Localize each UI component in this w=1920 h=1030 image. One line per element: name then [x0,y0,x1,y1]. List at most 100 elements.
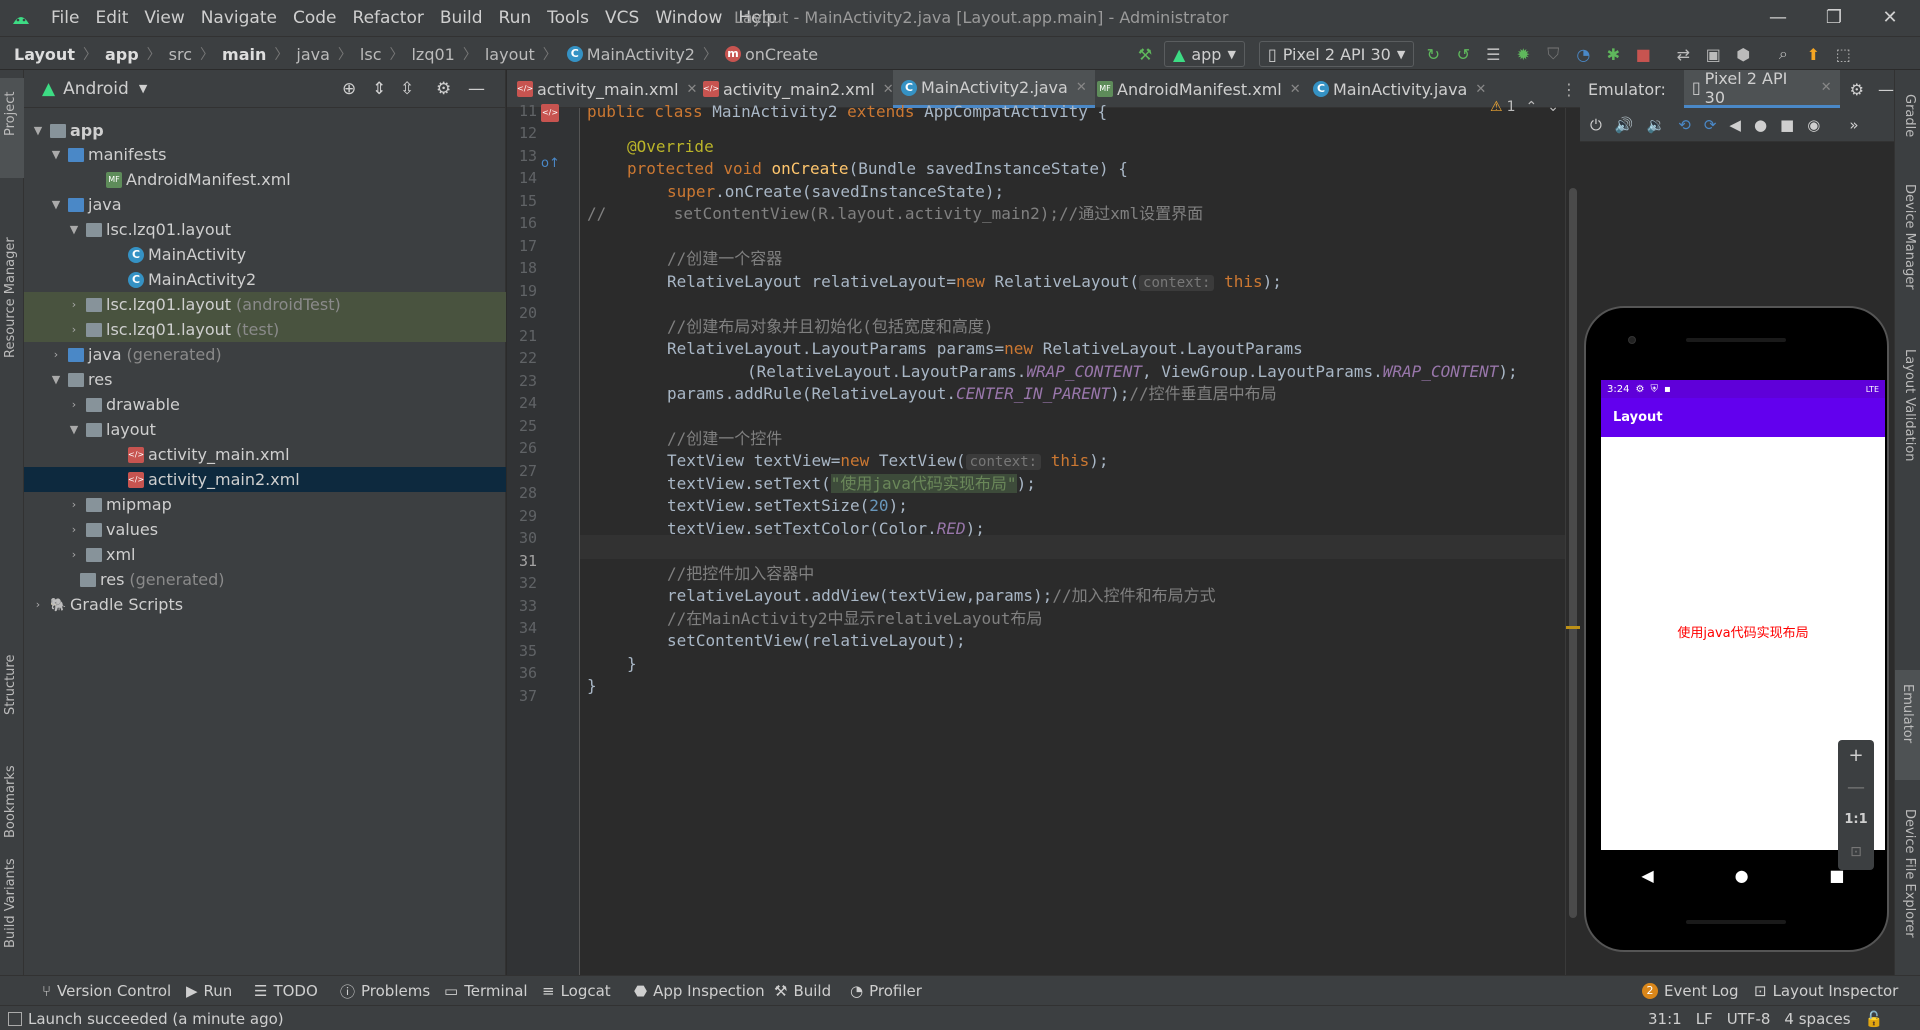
menu-tools[interactable]: Tools [539,8,597,28]
menu-edit[interactable]: Edit [87,8,136,28]
breadcrumb-app[interactable]: app [105,45,139,64]
more-icon[interactable]: » [1849,116,1858,134]
tree-node-app[interactable]: ▼ app [24,118,506,143]
code-editor[interactable]: public class MainActivity2 extends AppCo… [580,99,1565,975]
power-icon[interactable]: ⏻ [1590,116,1602,134]
inspection-widget[interactable]: ⚠ 1 ⌃ ⌄ [1490,96,1559,118]
rotate-left-icon[interactable]: ⟲ [1678,116,1691,134]
tab-emulator[interactable]: Emulator [1895,670,1920,780]
tree-node-package-androidtest[interactable]: › lsc.lzq01.layout (androidTest) [24,292,506,317]
device-select[interactable]: ▯ Pixel 2 API 30 ▼ [1258,41,1415,67]
tab-structure[interactable]: Structure [0,625,24,745]
xml-layout-gutter-icon[interactable]: </> [541,104,559,122]
tab-resource-manager[interactable]: Resource Manager [0,190,24,370]
tool-todo[interactable]: ☰ TODO [254,976,318,1006]
coverage-icon[interactable]: ☰ [1482,43,1504,65]
tab-bookmarks[interactable]: Bookmarks [0,730,24,850]
tool-app-inspection[interactable]: ⬣ App Inspection [634,976,765,1006]
home-icon[interactable]: ● [1735,866,1749,885]
update-icon[interactable]: ⬆ [1802,43,1824,65]
gear-icon[interactable]: ⚙ [436,79,451,99]
tree-node-xml[interactable]: › xml [24,542,506,567]
gear-icon[interactable]: ⚙ [1850,80,1864,99]
restore-icon[interactable]: ❐ [1808,0,1860,36]
breadcrumb-main[interactable]: main [222,45,266,64]
apply-changes-icon[interactable]: ↻ [1422,43,1444,65]
tool-layout-inspector[interactable]: ⊡ Layout Inspector [1754,976,1898,1006]
file-encoding[interactable]: UTF-8 [1727,1010,1771,1028]
menu-window[interactable]: Window [647,8,730,28]
tree-node-activity-main-xml[interactable]: </> activity_main.xml [24,442,506,467]
warning-marker[interactable] [1566,626,1581,629]
close-tab-icon[interactable]: ✕ [1290,82,1301,97]
volume-down-icon[interactable]: 🔉 [1647,116,1666,134]
menu-file[interactable]: File [43,8,87,28]
close-tab-icon[interactable]: ✕ [1821,80,1832,95]
device-manager-icon[interactable]: ▣ [1702,43,1724,65]
tree-node-values[interactable]: › values [24,517,506,542]
zoom-in-icon[interactable]: + [1838,740,1874,772]
breadcrumb-class[interactable]: MainActivity2 [587,45,695,64]
lock-icon[interactable]: 🔓 [1865,1010,1884,1028]
more-tabs-icon[interactable]: ⋮ [1561,70,1577,108]
editor-scrollbar[interactable] [1565,108,1581,975]
line-separator[interactable]: LF [1696,1010,1713,1028]
tree-node-drawable[interactable]: › drawable [24,392,506,417]
scrollbar-thumb[interactable] [1569,188,1577,918]
search-icon[interactable]: ⌕ [1772,43,1794,65]
tool-version-control[interactable]: ⑂ Version Control [42,976,171,1006]
menu-vcs[interactable]: VCS [597,8,647,28]
tool-profiler[interactable]: ◔ Profiler [850,976,922,1006]
tab-project[interactable]: Project [0,78,24,178]
status-message[interactable]: Launch succeeded (a minute ago) [8,1006,284,1030]
tab-mainactivity-java[interactable]: C MainActivity.java ✕ [1313,70,1486,108]
attach-debugger-icon[interactable]: ✱ [1602,43,1624,65]
settings-icon[interactable]: ⬚ [1832,43,1854,65]
zoom-fit-icon[interactable]: ⊡ [1838,836,1874,868]
caret-position[interactable]: 31:1 [1648,1010,1682,1028]
home-icon[interactable]: ● [1754,116,1767,134]
tree-node-gradle-scripts[interactable]: › 🐘 Gradle Scripts [24,592,506,617]
tool-event-log[interactable]: 2 Event Log [1642,976,1739,1006]
profiler-icon[interactable]: ◔ [1572,43,1594,65]
stop-icon[interactable]: ■ [1632,43,1654,65]
menu-build[interactable]: Build [432,8,491,28]
overview-icon[interactable]: ■ [1780,116,1794,134]
breadcrumb-method[interactable]: onCreate [745,45,818,64]
close-tab-icon[interactable]: ✕ [1076,80,1087,95]
override-gutter-icon[interactable]: o↑ [541,156,560,171]
menu-view[interactable]: View [136,8,192,28]
volume-up-icon[interactable]: 🔊 [1615,116,1634,134]
camera-icon[interactable]: ◉ [1807,116,1820,134]
tool-build[interactable]: ⚒ Build [774,976,831,1006]
close-tab-icon[interactable]: ✕ [883,82,894,97]
tree-node-package[interactable]: ▼ lsc.lzq01.layout [24,217,506,242]
hide-icon[interactable]: — [1878,80,1894,99]
menu-navigate[interactable]: Navigate [193,8,285,28]
breadcrumb-src[interactable]: src [169,45,192,64]
menu-refactor[interactable]: Refactor [345,8,432,28]
chevron-up-icon[interactable]: ⌃ [1525,99,1537,115]
hammer-icon[interactable]: ⚒ [1134,43,1156,65]
breadcrumb-java[interactable]: java [296,45,330,64]
menu-run[interactable]: Run [491,8,540,28]
sync-gradle-icon[interactable]: ⇄ [1672,43,1694,65]
tree-node-package-test[interactable]: › lsc.lzq01.layout (test) [24,317,506,342]
breadcrumb-lzq01[interactable]: lzq01 [411,45,454,64]
close-tab-icon[interactable]: ✕ [687,82,698,97]
tree-node-java[interactable]: ▼ java [24,192,506,217]
collapse-all-icon[interactable]: ⇳ [400,79,414,99]
run-with-coverage-icon[interactable]: ⛉ [1542,43,1564,65]
back-icon[interactable]: ◀ [1729,116,1741,134]
sdk-manager-icon[interactable]: ⬢ [1732,43,1754,65]
breadcrumb-layout[interactable]: layout [485,45,535,64]
tree-node-androidmanifest[interactable]: MF AndroidManifest.xml [24,167,506,192]
expand-all-icon[interactable]: ⇕ [372,79,386,99]
hide-icon[interactable]: — [468,79,485,99]
breadcrumb-lsc[interactable]: lsc [360,45,382,64]
tool-run[interactable]: ▶ Run [186,976,232,1006]
rotate-right-icon[interactable]: ⟳ [1704,116,1717,134]
tree-node-res-generated[interactable]: res (generated) [24,567,506,592]
tab-androidmanifest-xml[interactable]: MF AndroidManifest.xml ✕ [1097,70,1301,108]
apply-code-changes-icon[interactable]: ↺ [1452,43,1474,65]
